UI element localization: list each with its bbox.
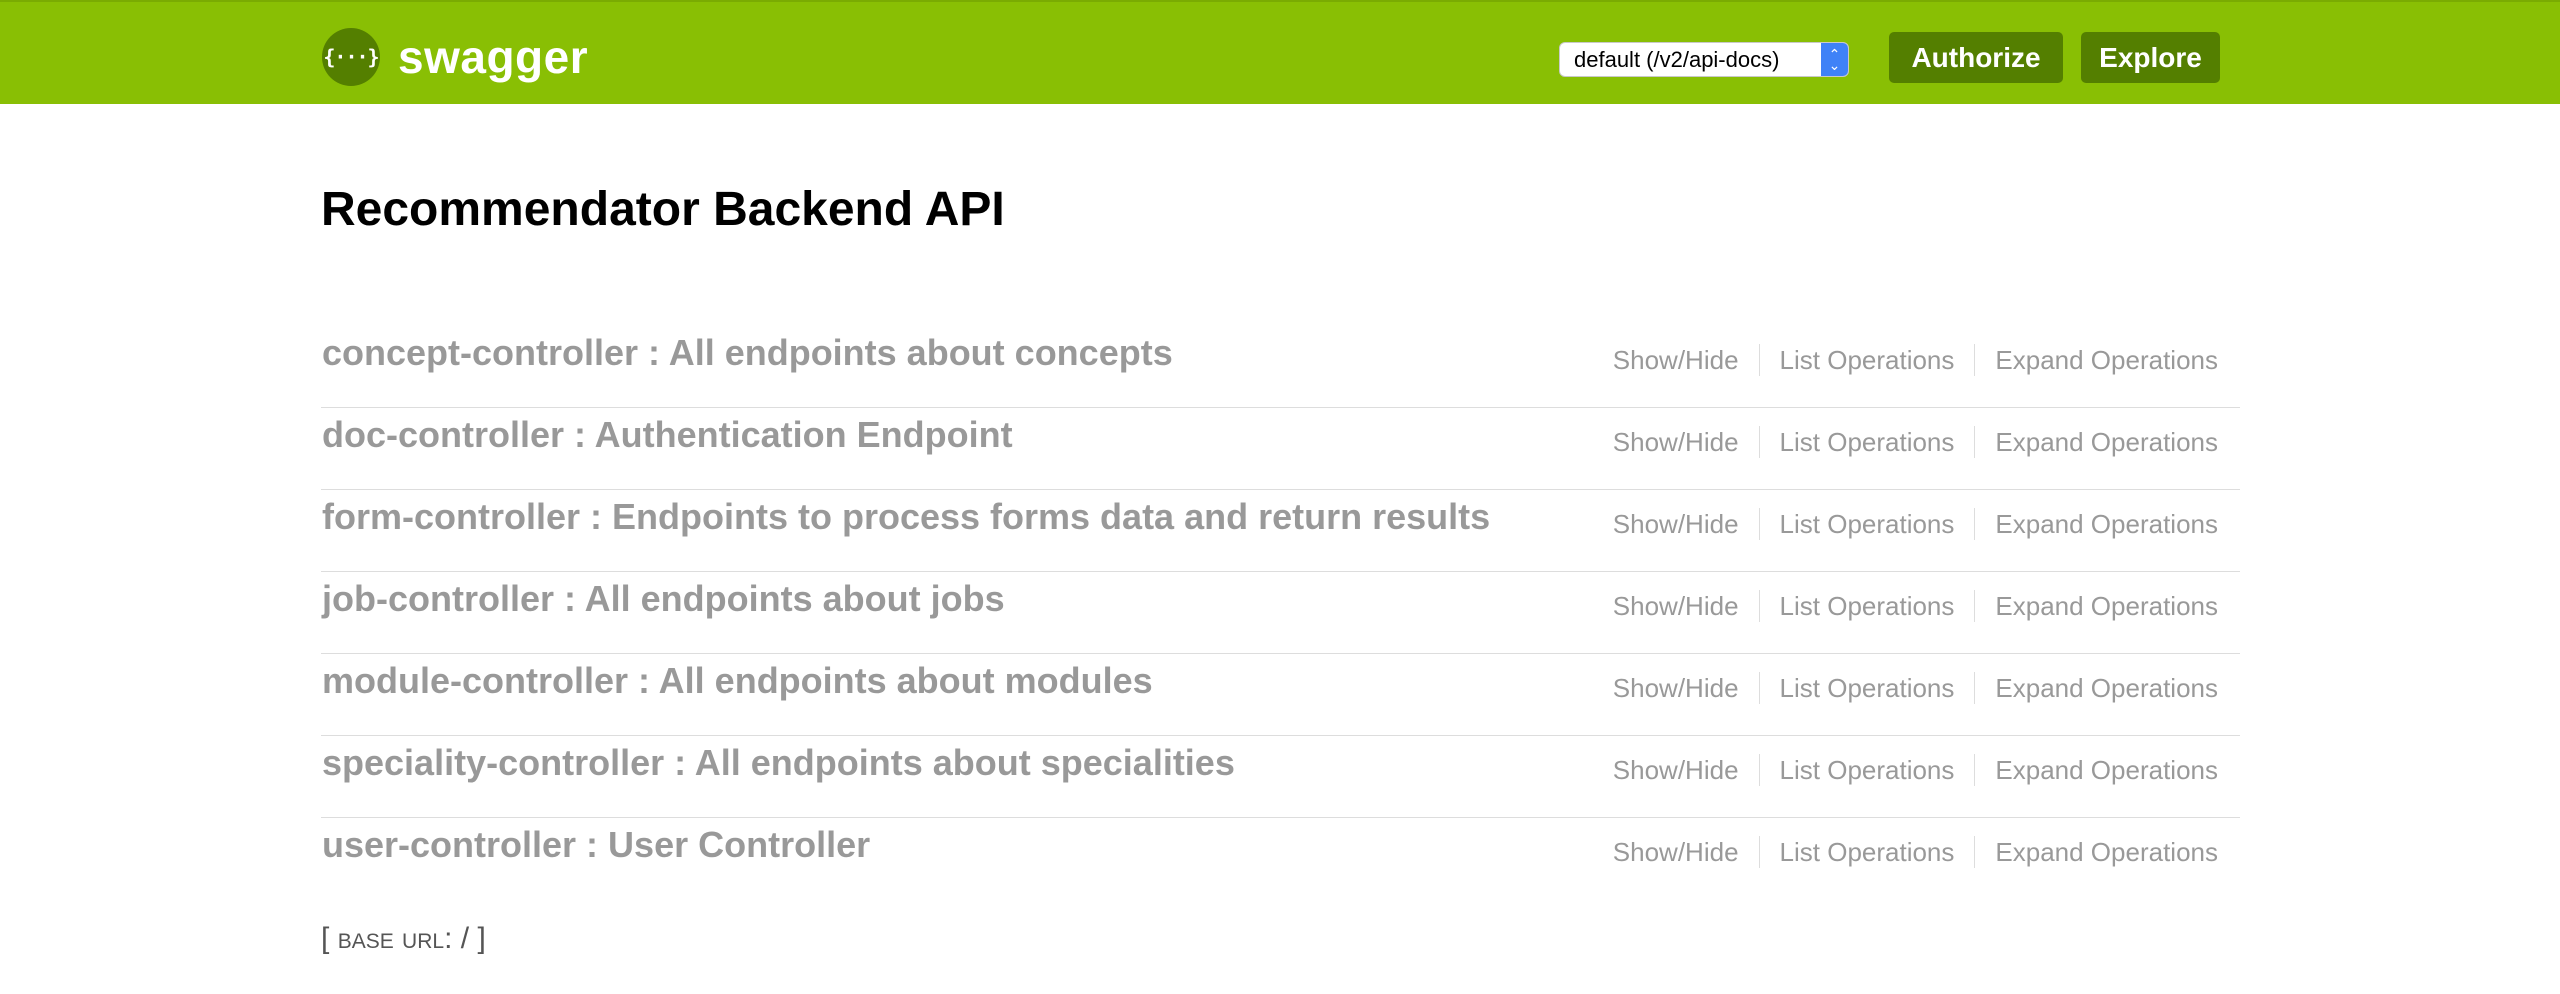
show-hide-link[interactable]: Show/Hide bbox=[1613, 509, 1759, 540]
expand-operations-link[interactable]: Expand Operations bbox=[1975, 591, 2218, 622]
resource-heading-link[interactable]: doc-controller : Authentication Endpoint bbox=[322, 414, 1013, 456]
resource-row: form-controller : Endpoints to process f… bbox=[321, 490, 2240, 572]
show-hide-link[interactable]: Show/Hide bbox=[1613, 837, 1759, 868]
resource-operations: Show/Hide List Operations Expand Operati… bbox=[1613, 344, 2218, 376]
explore-button[interactable]: Explore bbox=[2081, 32, 2220, 83]
list-operations-link[interactable]: List Operations bbox=[1760, 591, 1975, 622]
api-title: Recommendator Backend API bbox=[321, 183, 1005, 236]
list-operations-link[interactable]: List Operations bbox=[1760, 673, 1975, 704]
close-bracket: ] bbox=[477, 922, 486, 955]
resource-operations: Show/Hide List Operations Expand Operati… bbox=[1613, 426, 2218, 458]
list-operations-link[interactable]: List Operations bbox=[1760, 837, 1975, 868]
logo-text: swagger bbox=[398, 31, 589, 83]
show-hide-link[interactable]: Show/Hide bbox=[1613, 427, 1759, 458]
resource-heading-link[interactable]: concept-controller : All endpoints about… bbox=[322, 332, 1173, 374]
show-hide-link[interactable]: Show/Hide bbox=[1613, 755, 1759, 786]
resource-operations: Show/Hide List Operations Expand Operati… bbox=[1613, 672, 2218, 704]
resource-row: concept-controller : All endpoints about… bbox=[321, 326, 2240, 408]
list-operations-link[interactable]: List Operations bbox=[1760, 755, 1975, 786]
expand-operations-link[interactable]: Expand Operations bbox=[1975, 755, 2218, 786]
resource-row: speciality-controller : All endpoints ab… bbox=[321, 736, 2240, 818]
resource-heading-link[interactable]: user-controller : User Controller bbox=[322, 824, 870, 866]
resource-heading-link[interactable]: job-controller : All endpoints about job… bbox=[322, 578, 1005, 620]
base-url-separator: : bbox=[444, 922, 453, 955]
swagger-logo[interactable]: {···} swagger bbox=[322, 28, 588, 86]
top-bar: {···} swagger default (/v2/api-docs) ⌃ ⌄ … bbox=[0, 0, 2560, 104]
expand-operations-link[interactable]: Expand Operations bbox=[1975, 345, 2218, 376]
base-url-label: base url bbox=[337, 922, 445, 955]
swagger-logo-icon: {···} bbox=[322, 28, 380, 86]
authorize-button[interactable]: Authorize bbox=[1889, 32, 2063, 83]
select-arrows-icon: ⌃ ⌄ bbox=[1821, 43, 1848, 76]
open-bracket: [ bbox=[321, 922, 330, 955]
show-hide-link[interactable]: Show/Hide bbox=[1613, 345, 1759, 376]
list-operations-link[interactable]: List Operations bbox=[1760, 427, 1975, 458]
expand-operations-link[interactable]: Expand Operations bbox=[1975, 673, 2218, 704]
list-operations-link[interactable]: List Operations bbox=[1760, 345, 1975, 376]
show-hide-link[interactable]: Show/Hide bbox=[1613, 591, 1759, 622]
resource-operations: Show/Hide List Operations Expand Operati… bbox=[1613, 754, 2218, 786]
expand-operations-link[interactable]: Expand Operations bbox=[1975, 509, 2218, 540]
resource-list: concept-controller : All endpoints about… bbox=[321, 326, 2240, 900]
list-operations-link[interactable]: List Operations bbox=[1760, 509, 1975, 540]
expand-operations-link[interactable]: Expand Operations bbox=[1975, 427, 2218, 458]
base-url-info: [ base url: / ] bbox=[321, 922, 486, 956]
api-spec-selected-value: default (/v2/api-docs) bbox=[1574, 46, 1780, 72]
resource-operations: Show/Hide List Operations Expand Operati… bbox=[1613, 836, 2218, 868]
resource-row: job-controller : All endpoints about job… bbox=[321, 572, 2240, 654]
base-url-value: / bbox=[460, 922, 470, 955]
resource-heading-link[interactable]: form-controller : Endpoints to process f… bbox=[322, 496, 1490, 538]
resource-row: user-controller : User Controller Show/H… bbox=[321, 818, 2240, 900]
show-hide-link[interactable]: Show/Hide bbox=[1613, 673, 1759, 704]
expand-operations-link[interactable]: Expand Operations bbox=[1975, 837, 2218, 868]
resource-heading-link[interactable]: speciality-controller : All endpoints ab… bbox=[322, 742, 1235, 784]
resource-row: module-controller : All endpoints about … bbox=[321, 654, 2240, 736]
api-spec-select[interactable]: default (/v2/api-docs) ⌃ ⌄ bbox=[1559, 42, 1849, 77]
resource-row: doc-controller : Authentication Endpoint… bbox=[321, 408, 2240, 490]
resource-heading-link[interactable]: module-controller : All endpoints about … bbox=[322, 660, 1153, 702]
resource-operations: Show/Hide List Operations Expand Operati… bbox=[1613, 590, 2218, 622]
resource-operations: Show/Hide List Operations Expand Operati… bbox=[1613, 508, 2218, 540]
